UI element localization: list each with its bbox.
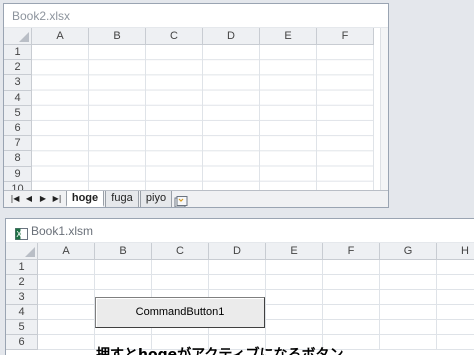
- book2-row-header-9[interactable]: 9: [4, 166, 32, 182]
- cell-b5-text: 押すとhogeがアクティブになるボタン: [96, 347, 344, 355]
- book1-column-header-b[interactable]: B: [95, 243, 152, 260]
- insert-sheet-icon[interactable]: [174, 193, 188, 207]
- book2-vertical-scrollbar[interactable]: [380, 28, 388, 190]
- book2-column-header-a[interactable]: A: [32, 28, 89, 45]
- book2-row-header-6[interactable]: 6: [4, 121, 32, 137]
- book2-grid[interactable]: A B C D E F 1 2 3 4 5 6 7 8 9 10: [4, 28, 382, 197]
- book1-column-header-h[interactable]: H: [437, 243, 474, 260]
- book1-row-header-2[interactable]: 2: [6, 275, 38, 290]
- sheet-tab-piyo[interactable]: piyo: [140, 191, 172, 207]
- book2-title: Book2.xlsx: [12, 9, 71, 23]
- svg-text:X: X: [16, 230, 22, 239]
- last-sheet-icon[interactable]: ▶|: [52, 194, 62, 204]
- book1-column-header-a[interactable]: A: [38, 243, 95, 260]
- sheet-tab-fuga[interactable]: fuga: [105, 191, 139, 207]
- book2-row-header-4[interactable]: 4: [4, 90, 32, 106]
- book2-sheet-tabbar: |◀ ◀ ▶ ▶| hoge fuga piyo: [4, 190, 388, 207]
- book1-titlebar[interactable]: X Book1.xlsm: [6, 219, 474, 243]
- book2-column-header-e[interactable]: E: [260, 28, 317, 45]
- book2-column-header-c[interactable]: C: [146, 28, 203, 45]
- book2-row-header-3[interactable]: 3: [4, 75, 32, 91]
- book2-select-all-corner[interactable]: [4, 28, 32, 45]
- book2-row-header-5[interactable]: 5: [4, 105, 32, 121]
- book2-column-header-d[interactable]: D: [203, 28, 260, 45]
- book2-row-header-1[interactable]: 1: [4, 45, 32, 61]
- book1-grid[interactable]: A B C D E F G H 1 2 3 4 5 6 CommandButton1 押すとhogeがアクティ…: [6, 243, 474, 355]
- book1-column-header-c[interactable]: C: [152, 243, 209, 260]
- book1-select-all-corner[interactable]: [6, 243, 38, 260]
- excel-workbook-icon: X: [15, 225, 28, 240]
- book1-row-header-5[interactable]: 5: [6, 320, 38, 335]
- book2-row-header-7[interactable]: 7: [4, 136, 32, 152]
- book1-row-header-6[interactable]: 6: [6, 335, 38, 350]
- command-button-1[interactable]: CommandButton1: [95, 297, 265, 328]
- book1-column-header-f[interactable]: F: [323, 243, 380, 260]
- sheet-tab-hoge[interactable]: hoge: [66, 191, 104, 207]
- book1-column-header-d[interactable]: D: [209, 243, 266, 260]
- book1-window[interactable]: X Book1.xlsm A B C D E F G H 1 2 3 4 5 6 CommandButton…: [5, 218, 474, 355]
- book1-column-header-e[interactable]: E: [266, 243, 323, 260]
- book1-row-header-3[interactable]: 3: [6, 290, 38, 305]
- next-sheet-icon[interactable]: ▶: [38, 194, 48, 204]
- first-sheet-icon[interactable]: |◀: [10, 194, 20, 204]
- book2-row-header-2[interactable]: 2: [4, 60, 32, 76]
- book1-row-header-1[interactable]: 1: [6, 260, 38, 275]
- book2-column-header-b[interactable]: B: [89, 28, 146, 45]
- book2-window[interactable]: Book2.xlsx A B C D E F 1 2 3 4 5 6 7 8 9 10 |◀ ◀ ▶ ▶| h…: [3, 3, 389, 208]
- book1-title: Book1.xlsm: [31, 224, 94, 238]
- book2-titlebar[interactable]: Book2.xlsx: [4, 4, 388, 28]
- book2-cell-area[interactable]: [32, 45, 374, 197]
- book2-row-header-8[interactable]: 8: [4, 151, 32, 167]
- prev-sheet-icon[interactable]: ◀: [24, 194, 34, 204]
- book1-column-header-g[interactable]: G: [380, 243, 437, 260]
- book2-column-header-f[interactable]: F: [317, 28, 374, 45]
- book1-row-header-4[interactable]: 4: [6, 305, 38, 320]
